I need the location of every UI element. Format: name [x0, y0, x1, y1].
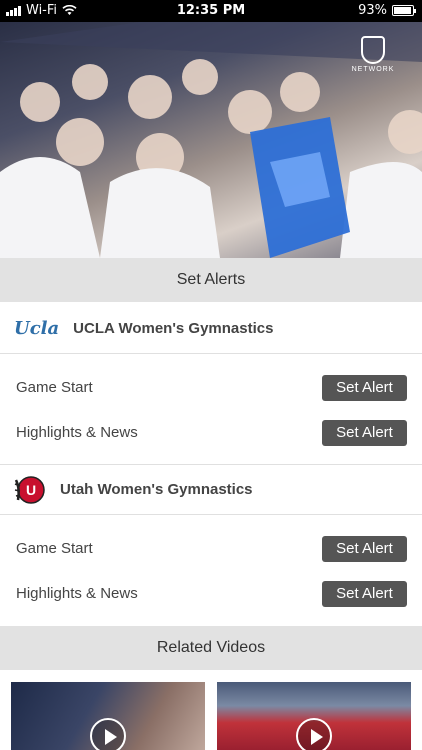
alert-row-utah-game-start: Game Start Set Alert	[0, 526, 422, 571]
status-right: 93%	[358, 3, 416, 18]
battery-icon	[392, 5, 416, 16]
team-name-ucla: UCLA Women's Gymnastics	[73, 320, 274, 337]
pac12-network-logo: NETWORK	[346, 36, 400, 73]
play-icon[interactable]	[296, 718, 332, 750]
related-video-thumbnail[interactable]	[11, 682, 205, 750]
battery-percent: 93%	[358, 3, 387, 18]
related-video-thumbnail[interactable]	[217, 682, 411, 750]
pac12-shield-icon	[361, 36, 385, 64]
set-alert-button[interactable]: Set Alert	[322, 580, 407, 607]
utah-logo-icon: U	[14, 475, 45, 504]
set-alerts-header: Set Alerts	[0, 258, 422, 302]
team-header-utah: U Utah Women's Gymnastics	[0, 465, 422, 515]
team-name-utah: Utah Women's Gymnastics	[60, 481, 253, 498]
utah-utes-logo: U	[14, 474, 46, 506]
play-icon[interactable]	[90, 718, 126, 750]
alert-label: Game Start	[16, 540, 93, 557]
set-alert-button[interactable]: Set Alert	[322, 419, 407, 446]
set-alert-button[interactable]: Set Alert	[322, 374, 407, 401]
svg-text:U: U	[26, 482, 36, 498]
ucla-logo: Ucla	[14, 318, 60, 339]
related-videos-header: Related Videos	[0, 626, 422, 670]
alert-label: Game Start	[16, 379, 93, 396]
status-bar: Wi-Fi 12:35 PM 93%	[0, 0, 422, 22]
hero-image: NETWORK	[0, 22, 422, 258]
set-alert-button[interactable]: Set Alert	[322, 535, 407, 562]
team-header-ucla: Ucla UCLA Women's Gymnastics	[0, 304, 422, 354]
alert-row-ucla-game-start: Game Start Set Alert	[0, 365, 422, 410]
alert-row-utah-highlights: Highlights & News Set Alert	[0, 571, 422, 616]
alert-label: Highlights & News	[16, 424, 138, 441]
alert-label: Highlights & News	[16, 585, 138, 602]
alert-row-ucla-highlights: Highlights & News Set Alert	[0, 410, 422, 455]
